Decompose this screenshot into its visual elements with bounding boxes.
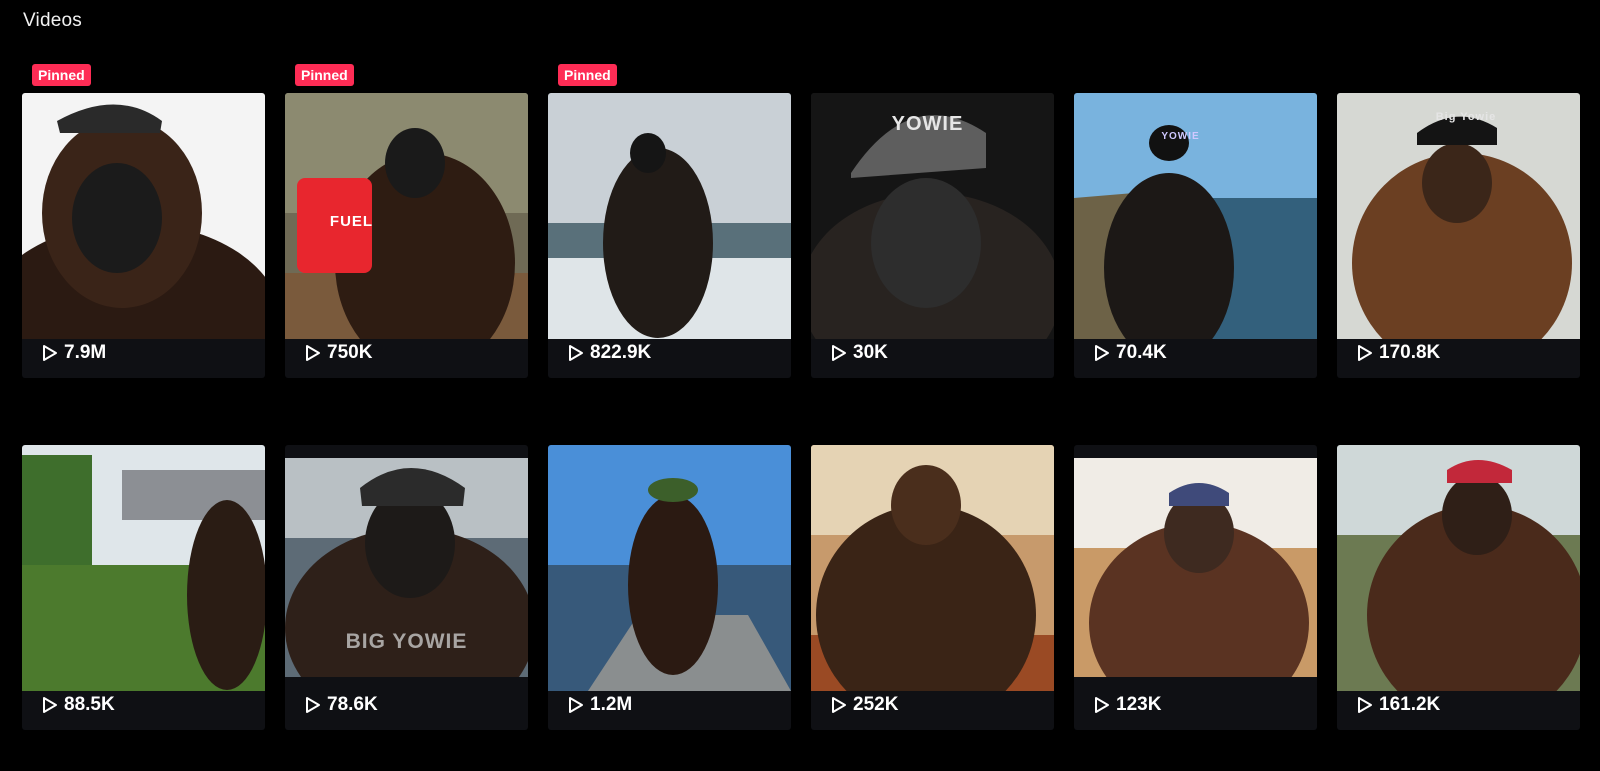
- cap-text: YOWIE: [891, 113, 964, 135]
- video-tile[interactable]: FUEL 750K: [285, 93, 528, 378]
- video-tile[interactable]: YOWIE 70.4K: [1074, 93, 1317, 378]
- video-tile[interactable]: 88.5K: [22, 445, 265, 730]
- play-icon: [1094, 344, 1110, 362]
- video-thumbnail[interactable]: YOWIE: [811, 93, 1054, 339]
- view-count: 822.9K: [590, 342, 652, 363]
- view-count: 70.4K: [1116, 342, 1167, 363]
- video-thumbnail[interactable]: [22, 445, 265, 691]
- play-icon: [568, 344, 584, 362]
- video-tile[interactable]: 123K: [1074, 445, 1317, 730]
- fuel-label: FUEL: [329, 213, 374, 230]
- video-tile[interactable]: 161.2K: [1337, 445, 1580, 730]
- video-thumbnail[interactable]: [1074, 458, 1317, 677]
- play-icon: [1094, 696, 1110, 714]
- play-icon: [305, 696, 321, 714]
- video-thumbnail[interactable]: [548, 445, 791, 691]
- play-icon: [42, 344, 58, 362]
- play-icon: [1357, 344, 1373, 362]
- page-title: Videos: [23, 10, 82, 31]
- play-icon: [568, 696, 584, 714]
- view-count: 1.2M: [590, 694, 633, 715]
- watermark-text: BIG YOWIE: [345, 630, 468, 653]
- video-card[interactable]: BIG YOWIE 78.6K: [285, 412, 528, 730]
- video-card[interactable]: 88.5K: [22, 412, 265, 730]
- view-count: 78.6K: [327, 694, 378, 715]
- video-card[interactable]: YOWIE 70.4K: [1074, 60, 1317, 378]
- view-count: 88.5K: [64, 694, 115, 715]
- video-grid: Pinned 7.9M Pinned FUEL 750K Pinned 822.…: [22, 60, 1580, 730]
- video-tile[interactable]: 822.9K: [548, 93, 791, 378]
- video-card[interactable]: 252K: [811, 412, 1054, 730]
- video-card[interactable]: Pinned 822.9K: [548, 60, 791, 378]
- cap-text: Big Yowie: [1435, 111, 1497, 123]
- video-tile[interactable]: 1.2M: [548, 445, 791, 730]
- video-tile[interactable]: 252K: [811, 445, 1054, 730]
- view-count: 123K: [1116, 694, 1162, 715]
- video-thumbnail[interactable]: [548, 93, 791, 339]
- video-tile[interactable]: 7.9M: [22, 93, 265, 378]
- video-card[interactable]: 123K: [1074, 412, 1317, 730]
- video-card[interactable]: 161.2K: [1337, 412, 1580, 730]
- video-thumbnail[interactable]: [811, 445, 1054, 691]
- view-count: 30K: [853, 342, 888, 363]
- video-tile[interactable]: YOWIE 30K: [811, 93, 1054, 378]
- video-tile[interactable]: Big Yowie 170.8K: [1337, 93, 1580, 378]
- play-icon: [42, 696, 58, 714]
- video-thumbnail[interactable]: [22, 93, 265, 339]
- pinned-badge: Pinned: [295, 64, 354, 86]
- video-card[interactable]: YOWIE 30K: [811, 60, 1054, 378]
- play-icon: [305, 344, 321, 362]
- view-count: 170.8K: [1379, 342, 1441, 363]
- view-count: 750K: [327, 342, 373, 363]
- video-thumbnail[interactable]: BIG YOWIE: [285, 458, 528, 677]
- video-thumbnail[interactable]: [1337, 445, 1580, 691]
- video-thumbnail[interactable]: Big Yowie: [1337, 93, 1580, 339]
- video-tile[interactable]: BIG YOWIE 78.6K: [285, 445, 528, 730]
- video-thumbnail[interactable]: YOWIE: [1074, 93, 1317, 339]
- play-icon: [831, 696, 847, 714]
- video-card[interactable]: Big Yowie 170.8K: [1337, 60, 1580, 378]
- cap-text: YOWIE: [1161, 131, 1200, 142]
- video-card[interactable]: Pinned FUEL 750K: [285, 60, 528, 378]
- video-card[interactable]: 1.2M: [548, 412, 791, 730]
- pinned-badge: Pinned: [558, 64, 617, 86]
- play-icon: [1357, 696, 1373, 714]
- view-count: 161.2K: [1379, 694, 1441, 715]
- view-count: 7.9M: [64, 342, 107, 363]
- play-icon: [831, 344, 847, 362]
- view-count: 252K: [853, 694, 899, 715]
- video-thumbnail[interactable]: FUEL: [285, 93, 528, 339]
- video-card[interactable]: Pinned 7.9M: [22, 60, 265, 378]
- pinned-badge: Pinned: [32, 64, 91, 86]
